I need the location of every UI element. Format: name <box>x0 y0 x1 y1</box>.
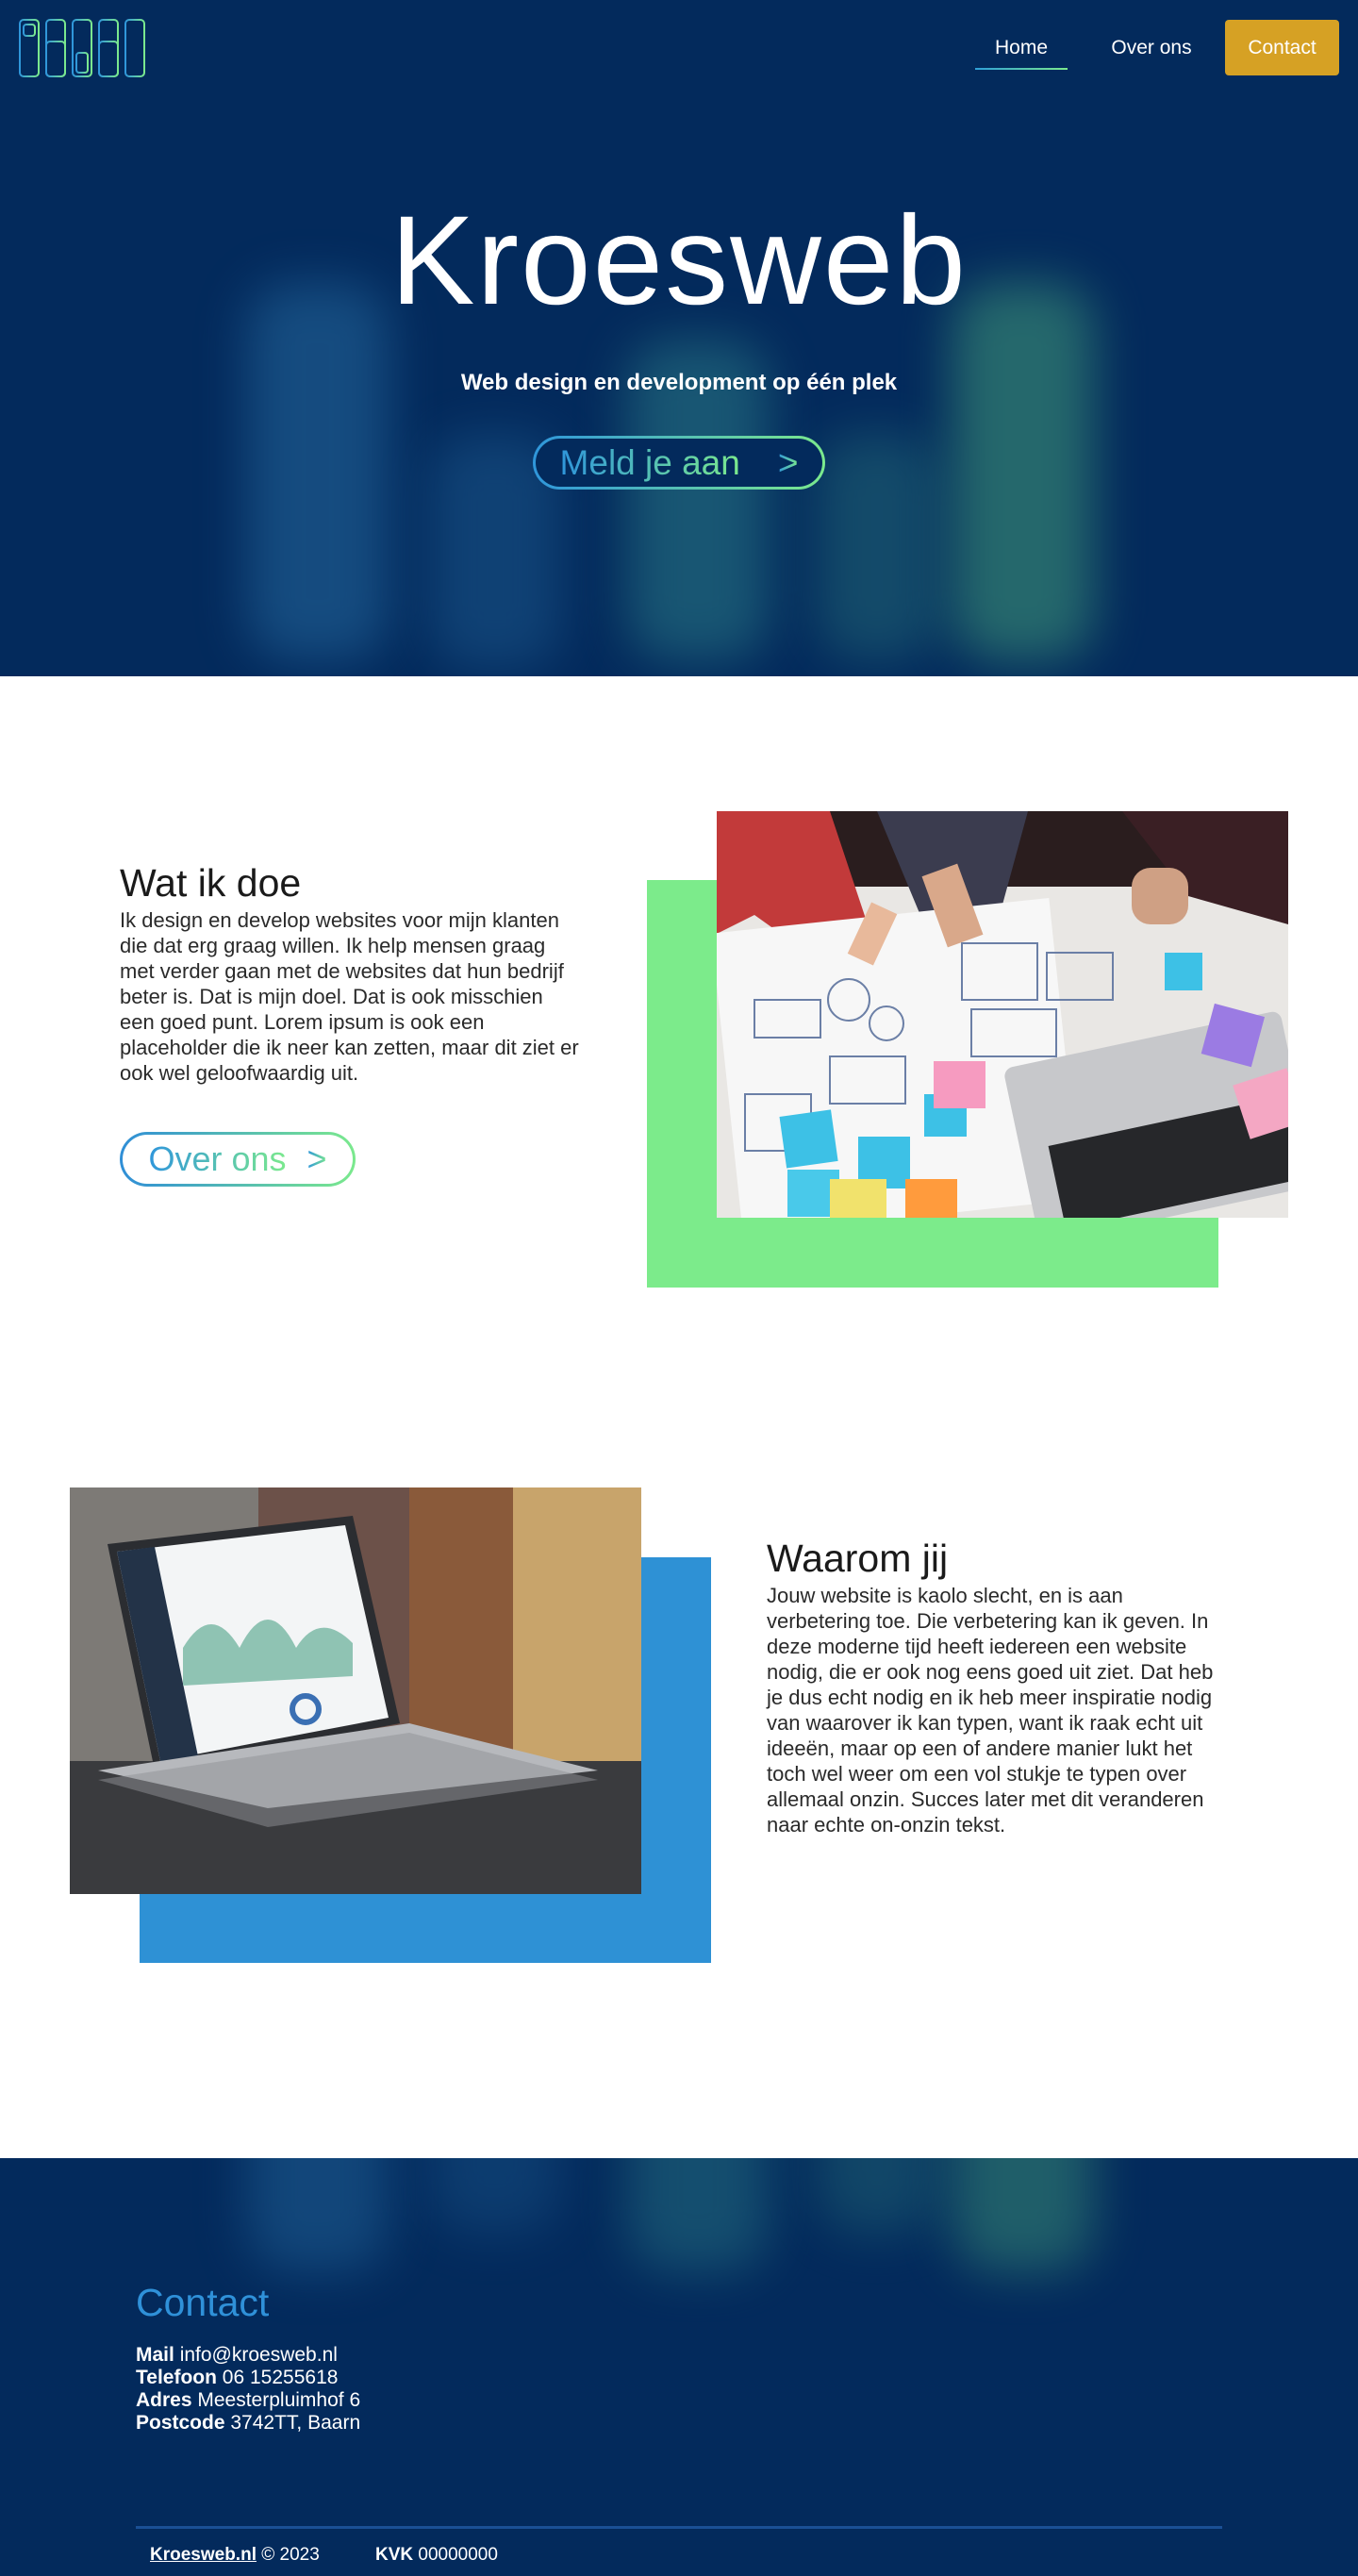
hero-subtitle: Web design en development op één plek <box>460 370 898 395</box>
contact-phone-row: Telefoon 06 15255618 <box>136 2367 360 2389</box>
contact-mail-row: Mail info@kroesweb.nl <box>136 2344 360 2367</box>
contact-address-value: Meesterpluimhof 6 <box>197 2389 361 2411</box>
about-us-button[interactable]: Over ons > <box>120 1132 356 1187</box>
about-us-button-label: Over ons <box>148 1139 287 1178</box>
team-planning-photo <box>717 811 1288 1218</box>
nav-about-link[interactable]: Over ons <box>1100 28 1203 68</box>
arrow-right-icon: > <box>306 1139 327 1178</box>
contact-phone-value[interactable]: 06 15255618 <box>223 2367 339 2388</box>
nav-home-link[interactable]: Home <box>975 28 1068 70</box>
copyright-text: © 2023 <box>261 2545 320 2565</box>
footer-divider <box>136 2526 1222 2529</box>
laptop-dashboard-photo <box>70 1487 641 1894</box>
footer-decor-bar <box>816 2158 938 2234</box>
footer-decor-bar <box>247 2158 389 2271</box>
hero-decor-bar <box>247 283 389 660</box>
contact-postcode-row: Postcode 3742TT, Baarn <box>136 2412 360 2435</box>
why-you-text: Jouw website is kaolo slecht, en is aan … <box>767 1584 1214 1836</box>
contact-postcode-label: Postcode <box>136 2412 225 2434</box>
what-i-do-title: Wat ik doe <box>120 861 302 905</box>
contact-postcode-value: 3742TT, Baarn <box>230 2412 361 2434</box>
hero-title: Kroesweb <box>390 191 968 331</box>
footer-decor-bar <box>429 2158 561 2234</box>
contact-phone-label: Telefoon <box>136 2367 217 2388</box>
hero-decor-bar <box>816 434 938 660</box>
footer: Contact Mail info@kroesweb.nl Telefoon 0… <box>0 2158 1358 2576</box>
kvk-label: KVK <box>375 2545 414 2565</box>
footer-copyright: Kroesweb.nl © 2023 <box>150 2545 320 2566</box>
contact-title: Contact <box>136 2281 270 2324</box>
signup-button[interactable]: Meld je aan > <box>533 436 825 490</box>
hero-section: Home Over ons Contact Kroesweb Web desig… <box>0 0 1358 676</box>
nav-contact-button[interactable]: Contact <box>1225 20 1339 75</box>
arrow-right-icon: > <box>777 442 799 482</box>
contact-mail-label: Mail <box>136 2344 174 2366</box>
why-you-title: Waarom jij <box>767 1537 949 1580</box>
what-i-do-text: Ik design en develop websites voor mijn … <box>120 908 579 1085</box>
kvk-value: 00000000 <box>418 2545 498 2565</box>
hero-decor-bar <box>952 283 1094 660</box>
brand-link[interactable]: Kroesweb.nl <box>150 2545 257 2565</box>
contact-mail-value[interactable]: info@kroesweb.nl <box>180 2344 338 2366</box>
contact-address-label: Adres <box>136 2389 192 2411</box>
contact-address-row: Adres Meesterpluimhof 6 <box>136 2389 360 2412</box>
contact-details: Mail info@kroesweb.nl Telefoon 06 152556… <box>136 2344 360 2435</box>
footer-kvk: KVK 00000000 <box>375 2545 498 2566</box>
footer-decor-bar <box>627 2158 769 2271</box>
signup-button-label: Meld je aan <box>559 442 740 482</box>
logo-icon[interactable] <box>19 19 147 77</box>
footer-decor-bar <box>952 2158 1094 2271</box>
